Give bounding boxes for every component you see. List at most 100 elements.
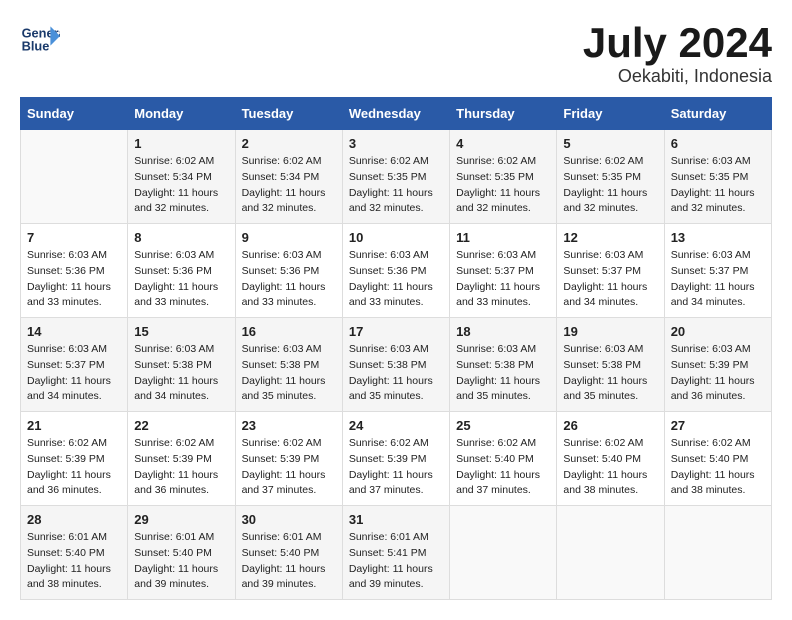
calendar-cell: 8 Sunrise: 6:03 AMSunset: 5:36 PMDaylight… [128, 224, 235, 318]
calendar-cell: 31 Sunrise: 6:01 AMSunset: 5:41 PMDayligh… [342, 506, 449, 600]
day-number: 25 [456, 418, 550, 433]
day-number: 29 [134, 512, 228, 527]
calendar-week-2: 14Sunrise: 6:03 AMSunset: 5:37 PMDayligh… [21, 318, 772, 412]
calendar-table: SundayMondayTuesdayWednesdayThursdayFrid… [20, 97, 772, 600]
day-number: 1 [134, 136, 228, 151]
day-info: Sunrise: 6:02 AMSunset: 5:40 PMDaylight:… [563, 436, 657, 499]
day-number: 22 [134, 418, 228, 433]
calendar-cell [664, 506, 771, 600]
day-info: Sunrise: 6:03 AMSunset: 5:36 PMDaylight:… [27, 248, 121, 311]
day-number: 30 [242, 512, 336, 527]
calendar-cell: 4Sunrise: 6:02 AMSunset: 5:35 PMDaylight… [450, 130, 557, 224]
calendar-cell: 25 Sunrise: 6:02 AMSunset: 5:40 PMDayligh… [450, 412, 557, 506]
day-number: 26 [563, 418, 657, 433]
calendar-cell: 5 Sunrise: 6:02 AMSunset: 5:35 PMDaylight… [557, 130, 664, 224]
calendar-cell: 17Sunrise: 6:03 AMSunset: 5:38 PMDayligh… [342, 318, 449, 412]
calendar-cell: 27 Sunrise: 6:02 AMSunset: 5:40 PMDayligh… [664, 412, 771, 506]
page-header: General Blue July 2024 Oekabiti, Indones… [20, 20, 772, 87]
svg-text:Blue: Blue [22, 38, 50, 53]
weekday-saturday: Saturday [664, 98, 771, 130]
day-number: 6 [671, 136, 765, 151]
day-number: 15 [134, 324, 228, 339]
day-info: Sunrise: 6:03 AMSunset: 5:36 PMDaylight:… [134, 248, 228, 311]
calendar-cell: 6Sunrise: 6:03 AMSunset: 5:35 PMDaylight… [664, 130, 771, 224]
calendar-cell [557, 506, 664, 600]
day-info: Sunrise: 6:02 AMSunset: 5:35 PMDaylight:… [456, 154, 550, 217]
day-info: Sunrise: 6:02 AMSunset: 5:35 PMDaylight:… [563, 154, 657, 217]
weekday-friday: Friday [557, 98, 664, 130]
day-number: 23 [242, 418, 336, 433]
calendar-header: SundayMondayTuesdayWednesdayThursdayFrid… [21, 98, 772, 130]
day-info: Sunrise: 6:01 AMSunset: 5:40 PMDaylight:… [242, 530, 336, 593]
day-info: Sunrise: 6:03 AMSunset: 5:38 PMDaylight:… [134, 342, 228, 405]
day-number: 31 [349, 512, 443, 527]
day-number: 16 [242, 324, 336, 339]
weekday-tuesday: Tuesday [235, 98, 342, 130]
weekday-header-row: SundayMondayTuesdayWednesdayThursdayFrid… [21, 98, 772, 130]
day-number: 10 [349, 230, 443, 245]
day-info: Sunrise: 6:03 AMSunset: 5:38 PMDaylight:… [456, 342, 550, 405]
day-info: Sunrise: 6:03 AMSunset: 5:37 PMDaylight:… [563, 248, 657, 311]
calendar-body: 1 Sunrise: 6:02 AMSunset: 5:34 PMDaylight… [21, 130, 772, 600]
day-info: Sunrise: 6:01 AMSunset: 5:40 PMDaylight:… [27, 530, 121, 593]
day-number: 19 [563, 324, 657, 339]
day-info: Sunrise: 6:03 AMSunset: 5:38 PMDaylight:… [563, 342, 657, 405]
calendar-cell: 9Sunrise: 6:03 AMSunset: 5:36 PMDaylight… [235, 224, 342, 318]
day-number: 14 [27, 324, 121, 339]
calendar-cell: 22Sunrise: 6:02 AMSunset: 5:39 PMDayligh… [128, 412, 235, 506]
day-number: 9 [242, 230, 336, 245]
month-title: July 2024 [583, 20, 772, 66]
calendar-cell: 15 Sunrise: 6:03 AMSunset: 5:38 PMDayligh… [128, 318, 235, 412]
calendar-cell: 2Sunrise: 6:02 AMSunset: 5:34 PMDaylight… [235, 130, 342, 224]
calendar-cell: 19 Sunrise: 6:03 AMSunset: 5:38 PMDayligh… [557, 318, 664, 412]
calendar-cell: 26 Sunrise: 6:02 AMSunset: 5:40 PMDayligh… [557, 412, 664, 506]
day-number: 2 [242, 136, 336, 151]
day-info: Sunrise: 6:02 AMSunset: 5:39 PMDaylight:… [27, 436, 121, 499]
calendar-cell: 21 Sunrise: 6:02 AMSunset: 5:39 PMDayligh… [21, 412, 128, 506]
calendar-cell: 1 Sunrise: 6:02 AMSunset: 5:34 PMDaylight… [128, 130, 235, 224]
calendar-cell: 29 Sunrise: 6:01 AMSunset: 5:40 PMDayligh… [128, 506, 235, 600]
calendar-week-0: 1 Sunrise: 6:02 AMSunset: 5:34 PMDaylight… [21, 130, 772, 224]
calendar-week-3: 21 Sunrise: 6:02 AMSunset: 5:39 PMDayligh… [21, 412, 772, 506]
calendar-cell: 3Sunrise: 6:02 AMSunset: 5:35 PMDaylight… [342, 130, 449, 224]
day-info: Sunrise: 6:01 AMSunset: 5:41 PMDaylight:… [349, 530, 443, 593]
calendar-cell: 11Sunrise: 6:03 AMSunset: 5:37 PMDayligh… [450, 224, 557, 318]
calendar-cell: 13 Sunrise: 6:03 AMSunset: 5:37 PMDayligh… [664, 224, 771, 318]
calendar-cell: 20 Sunrise: 6:03 AMSunset: 5:39 PMDayligh… [664, 318, 771, 412]
day-number: 8 [134, 230, 228, 245]
day-number: 18 [456, 324, 550, 339]
calendar-cell: 23Sunrise: 6:02 AMSunset: 5:39 PMDayligh… [235, 412, 342, 506]
calendar-cell: 12 Sunrise: 6:03 AMSunset: 5:37 PMDayligh… [557, 224, 664, 318]
day-info: Sunrise: 6:03 AMSunset: 5:39 PMDaylight:… [671, 342, 765, 405]
calendar-cell: 10 Sunrise: 6:03 AMSunset: 5:36 PMDayligh… [342, 224, 449, 318]
day-number: 27 [671, 418, 765, 433]
calendar-cell: 7 Sunrise: 6:03 AMSunset: 5:36 PMDaylight… [21, 224, 128, 318]
day-number: 21 [27, 418, 121, 433]
logo: General Blue [20, 20, 64, 60]
day-number: 5 [563, 136, 657, 151]
day-info: Sunrise: 6:01 AMSunset: 5:40 PMDaylight:… [134, 530, 228, 593]
day-info: Sunrise: 6:02 AMSunset: 5:40 PMDaylight:… [456, 436, 550, 499]
day-info: Sunrise: 6:03 AMSunset: 5:38 PMDaylight:… [242, 342, 336, 405]
calendar-cell: 14Sunrise: 6:03 AMSunset: 5:37 PMDayligh… [21, 318, 128, 412]
day-number: 24 [349, 418, 443, 433]
day-number: 13 [671, 230, 765, 245]
calendar-cell: 16 Sunrise: 6:03 AMSunset: 5:38 PMDayligh… [235, 318, 342, 412]
weekday-wednesday: Wednesday [342, 98, 449, 130]
day-info: Sunrise: 6:03 AMSunset: 5:36 PMDaylight:… [349, 248, 443, 311]
day-number: 20 [671, 324, 765, 339]
calendar-cell [450, 506, 557, 600]
calendar-cell: 18 Sunrise: 6:03 AMSunset: 5:38 PMDayligh… [450, 318, 557, 412]
calendar-cell: 24Sunrise: 6:02 AMSunset: 5:39 PMDayligh… [342, 412, 449, 506]
day-number: 17 [349, 324, 443, 339]
day-info: Sunrise: 6:03 AMSunset: 5:37 PMDaylight:… [671, 248, 765, 311]
weekday-sunday: Sunday [21, 98, 128, 130]
day-number: 7 [27, 230, 121, 245]
day-number: 3 [349, 136, 443, 151]
day-number: 12 [563, 230, 657, 245]
day-info: Sunrise: 6:02 AMSunset: 5:34 PMDaylight:… [134, 154, 228, 217]
day-info: Sunrise: 6:02 AMSunset: 5:40 PMDaylight:… [671, 436, 765, 499]
day-number: 28 [27, 512, 121, 527]
title-block: July 2024 Oekabiti, Indonesia [583, 20, 772, 87]
weekday-monday: Monday [128, 98, 235, 130]
